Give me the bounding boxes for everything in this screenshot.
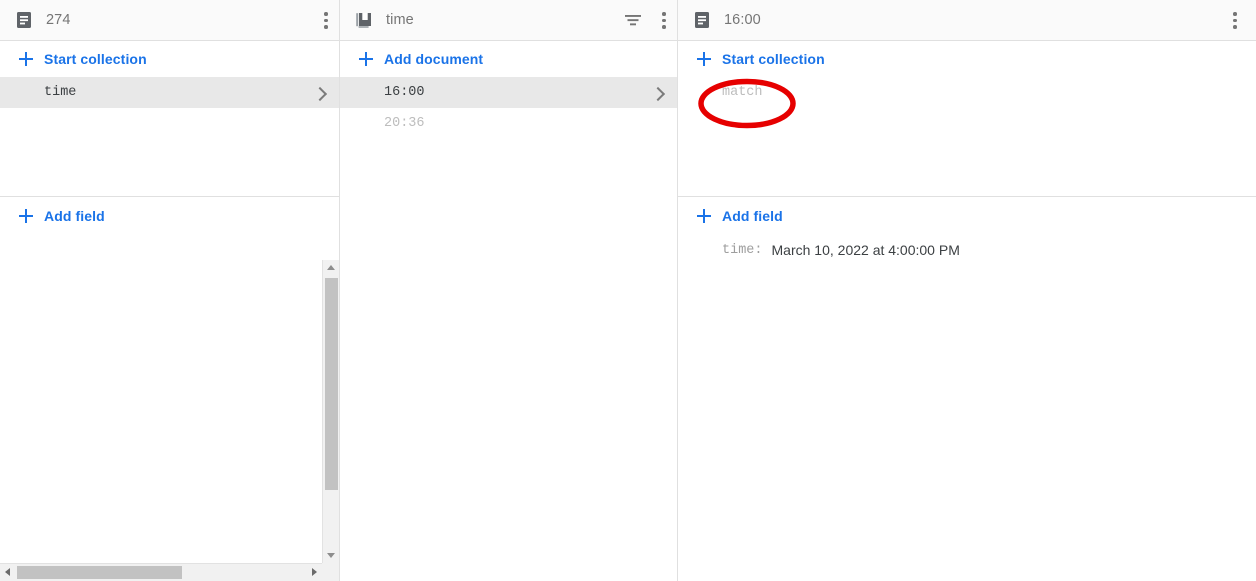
subdocument-panel-title: 16:00 <box>724 12 761 28</box>
document-panel-title: 274 <box>46 12 71 28</box>
scrollbar-corner <box>322 563 339 581</box>
plus-icon <box>19 52 33 66</box>
collection-list-empty-space <box>0 108 339 196</box>
subdocument-panel-actions <box>1222 7 1248 33</box>
scroll-up-arrow-icon[interactable] <box>323 260 339 276</box>
document-panel-more-vert-icon[interactable] <box>313 7 339 33</box>
start-collection-button-right[interactable]: Start collection <box>678 41 1256 77</box>
collection-panel-more-vert-icon[interactable] <box>651 7 677 33</box>
collection-panel-actions <box>621 7 677 33</box>
collection-panel-header: time <box>340 0 677 41</box>
collection-icon <box>356 13 371 28</box>
add-field-button-left[interactable]: Add field <box>0 197 339 235</box>
document-name: 20:36 <box>384 116 425 131</box>
document-panel-header: 274 <box>0 0 339 41</box>
chevron-right-icon <box>650 86 666 101</box>
subcollection-list-empty-space <box>678 108 1256 196</box>
document-icon <box>695 12 709 28</box>
subdocument-panel-more-vert-icon[interactable] <box>1222 7 1248 33</box>
plus-icon <box>697 52 711 66</box>
subdocument-panel-header: 16:00 <box>678 0 1256 41</box>
collection-panel: time Add document 16:00 20:36 <box>340 0 678 581</box>
add-field-button-right[interactable]: Add field <box>678 197 1256 235</box>
document-row-1600[interactable]: 16:00 <box>340 77 677 108</box>
horizontal-scrollbar[interactable] <box>0 563 323 581</box>
document-panel: 274 Start collection time Add field <box>0 0 340 581</box>
add-field-label: Add field <box>44 208 105 224</box>
start-collection-label: Start collection <box>44 51 147 67</box>
chevron-right-icon <box>312 86 328 101</box>
collection-row-match[interactable]: match <box>678 77 1256 108</box>
add-document-label: Add document <box>384 51 484 67</box>
scroll-down-arrow-icon[interactable] <box>323 547 339 563</box>
filter-icon[interactable] <box>621 8 645 32</box>
start-collection-button-left[interactable]: Start collection <box>0 41 339 77</box>
collection-name: match <box>722 85 763 100</box>
firestore-data-browser: 274 Start collection time Add field time… <box>0 0 1256 581</box>
start-collection-label: Start collection <box>722 51 825 67</box>
plus-icon <box>19 209 33 223</box>
subdocument-panel: 16:00 Start collection match Add field t… <box>678 0 1256 581</box>
field-key: time: <box>722 242 763 258</box>
collection-row-time[interactable]: time <box>0 77 339 108</box>
document-icon <box>17 12 31 28</box>
collection-panel-title: time <box>386 12 414 28</box>
field-row-time[interactable]: time: March 10, 2022 at 4:00:00 PM <box>678 235 1256 265</box>
document-name: 16:00 <box>384 85 425 100</box>
document-row-2036[interactable]: 20:36 <box>340 108 677 139</box>
document-panel-actions <box>313 7 339 33</box>
vertical-scrollbar[interactable] <box>322 260 339 563</box>
add-field-label: Add field <box>722 208 783 224</box>
field-value: March 10, 2022 at 4:00:00 PM <box>771 242 960 258</box>
scroll-right-arrow-icon[interactable] <box>307 564 323 581</box>
vertical-scrollbar-thumb[interactable] <box>325 278 338 490</box>
horizontal-scrollbar-thumb[interactable] <box>17 566 182 579</box>
field-list: time: March 10, 2022 at 4:00:00 PM <box>678 235 1256 265</box>
collection-name: time <box>44 85 77 100</box>
scroll-left-arrow-icon[interactable] <box>0 564 16 581</box>
add-document-button[interactable]: Add document <box>340 41 677 77</box>
plus-icon <box>359 52 373 66</box>
plus-icon <box>697 209 711 223</box>
